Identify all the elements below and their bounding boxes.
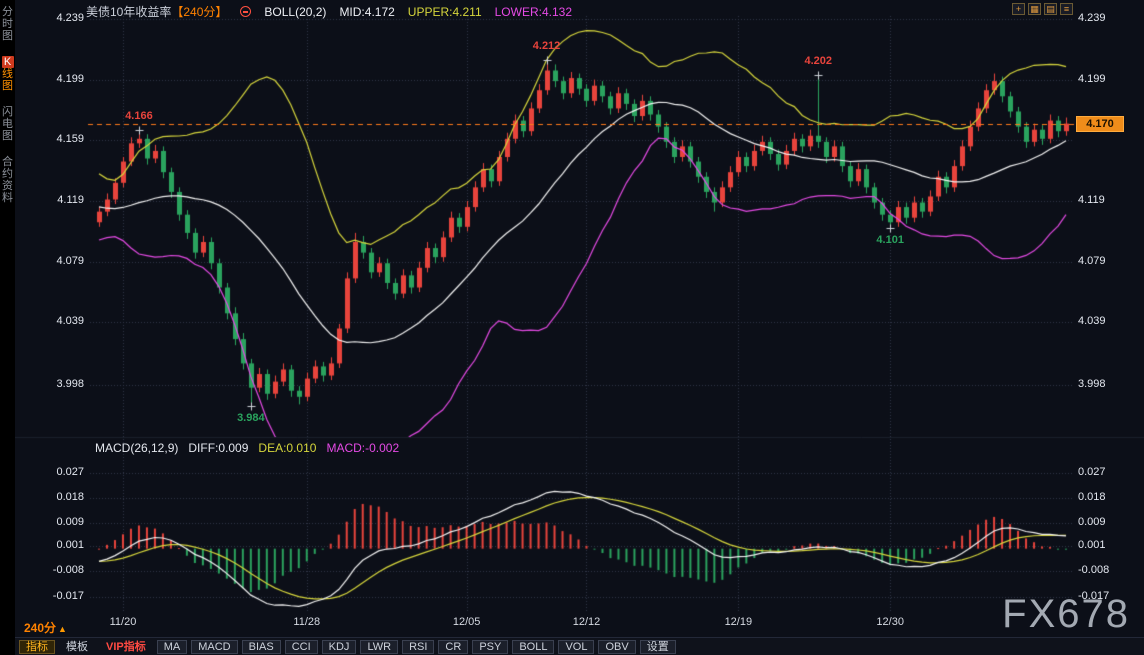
boll-upper-value: UPPER:4.211: [408, 5, 482, 19]
tab-char: 时: [2, 18, 13, 30]
tab-char: 图: [2, 130, 13, 142]
toolbar-button-psy[interactable]: PSY: [472, 640, 508, 654]
price-annotation: 4.202: [804, 55, 832, 67]
toolbar-button-cci[interactable]: CCI: [285, 640, 318, 654]
price-axis-label-left: 3.998: [26, 378, 84, 390]
chart-header: 美债10年收益率【240分】 BOLL(20,2) MID:4.172 UPPE…: [86, 3, 572, 20]
toolbar-button-settings[interactable]: 设置: [640, 640, 676, 654]
price-annotation: 4.101: [876, 234, 904, 246]
macd-axis-label-left: 0.001: [26, 539, 84, 551]
trading-app: 分时图K线图闪电图合约资料 美债10年收益率【240分】 BOLL(20,2) …: [0, 0, 1144, 655]
macd-params-label: MACD(26,12,9): [95, 441, 178, 455]
toolbar-button-lwr[interactable]: LWR: [360, 640, 398, 654]
toolbar-button-bias[interactable]: BIAS: [242, 640, 281, 654]
macd-header: MACD(26,12,9) DIFF:0.009 DEA:0.010 MACD:…: [95, 441, 399, 455]
split-pane-icon[interactable]: ▤: [1044, 3, 1057, 15]
macd-axis-label-left: 0.027: [26, 466, 84, 478]
watermark: FX678: [1002, 592, 1130, 637]
bottom-toolbar: 指标模板 VIP指标 MAMACD BIAS CCI KDJLWR RSI CR PSY BOLL…: [15, 637, 1144, 655]
tab-char: 闪: [2, 106, 13, 118]
zoom-in-icon[interactable]: +: [1012, 3, 1025, 15]
tab-kline-chart[interactable]: K线图: [2, 56, 14, 92]
price-axis-label-left: 4.239: [26, 12, 84, 24]
caret-up-icon: ▲: [58, 624, 67, 634]
list-icon[interactable]: ≡: [1060, 3, 1073, 15]
boll-label: BOLL(20,2): [264, 5, 326, 19]
period-selector[interactable]: 240分▲: [24, 619, 67, 636]
chart-canvas[interactable]: [0, 0, 1144, 637]
x-axis-label: 11/28: [279, 616, 335, 628]
toolbar-button-vip-indicators[interactable]: VIP指标: [99, 640, 153, 654]
price-annotation: 3.984: [237, 412, 265, 424]
toolbar-button-boll[interactable]: BOLL: [512, 640, 554, 654]
macd-diff-value: DIFF:0.009: [188, 441, 248, 455]
price-axis-label-left: 4.079: [26, 255, 84, 267]
tab-char: 分: [2, 6, 13, 18]
sidebar: 分时图K线图闪电图合约资料: [0, 0, 15, 655]
price-annotation: 4.212: [533, 40, 561, 52]
toolbar-button-obv[interactable]: OBV: [598, 640, 635, 654]
price-axis-label-right: 4.039: [1078, 315, 1136, 327]
tab-char: 线: [2, 68, 13, 80]
alert-dot-icon[interactable]: [240, 6, 251, 17]
x-axis-label: 11/20: [95, 616, 151, 628]
macd-dea-value: DEA:0.010: [258, 441, 316, 455]
toolbar-button-macd[interactable]: MACD: [191, 640, 237, 654]
toolbar-button-ma[interactable]: MA: [157, 640, 188, 654]
x-axis-label: 12/05: [439, 616, 495, 628]
price-annotation: 4.166: [125, 110, 153, 122]
macd-axis-label-right: 0.009: [1078, 516, 1136, 528]
price-axis-label-right: 4.239: [1078, 12, 1136, 24]
macd-axis-label-right: 0.027: [1078, 466, 1136, 478]
toolbar-button-kdj[interactable]: KDJ: [322, 640, 357, 654]
current-price-tag: 4.170: [1076, 116, 1124, 132]
price-axis-label-right: 4.199: [1078, 73, 1136, 85]
price-axis-label-left: 4.159: [26, 133, 84, 145]
macd-axis-label-left: -0.017: [26, 590, 84, 602]
toolbar-button-indicators[interactable]: 指标: [19, 640, 55, 654]
tab-char: 图: [2, 30, 13, 42]
price-axis-label-right: 4.119: [1078, 194, 1136, 206]
price-axis-label-left: 4.199: [26, 73, 84, 85]
x-axis-label: 12/30: [862, 616, 918, 628]
macd-axis-label-right: 0.018: [1078, 491, 1136, 503]
period-label: 240分: [24, 621, 56, 635]
macd-axis-label-left: 0.009: [26, 516, 84, 528]
tab-char: 资: [2, 180, 13, 192]
x-axis-label: 12/19: [710, 616, 766, 628]
price-axis-label-right: 4.079: [1078, 255, 1136, 267]
tab-char: K: [2, 56, 14, 68]
symbol-title: 美债10年收益率【240分】: [86, 3, 227, 20]
macd-hist-value: MACD:-0.002: [326, 441, 399, 455]
macd-axis-label-right: -0.008: [1078, 564, 1136, 576]
x-axis-label: 12/12: [558, 616, 614, 628]
price-axis-label-right: 3.998: [1078, 378, 1136, 390]
tab-char: 料: [2, 192, 13, 204]
toolbar-button-vol[interactable]: VOL: [558, 640, 594, 654]
tab-char: 合: [2, 156, 13, 168]
toolbar-button-rsi[interactable]: RSI: [402, 640, 434, 654]
price-axis-label-left: 4.039: [26, 315, 84, 327]
boll-mid-value: MID:4.172: [339, 5, 394, 19]
boll-lower-value: LOWER:4.132: [495, 5, 572, 19]
macd-axis-label-right: 0.001: [1078, 539, 1136, 551]
tab-char: 图: [2, 80, 13, 92]
macd-axis-label-left: 0.018: [26, 491, 84, 503]
period-bracket: 【240分】: [171, 5, 227, 19]
toolbar-button-templates[interactable]: 模板: [59, 640, 95, 654]
symbol-name: 美债10年收益率: [86, 5, 171, 19]
tab-char: 电: [2, 118, 13, 130]
toolbar-button-cr[interactable]: CR: [438, 640, 468, 654]
price-axis-label-left: 4.119: [26, 194, 84, 206]
candle-style-icon[interactable]: ▦: [1028, 3, 1041, 15]
macd-axis-label-left: -0.008: [26, 564, 84, 576]
tab-contract-info[interactable]: 合约资料: [2, 156, 13, 204]
tab-flash-chart[interactable]: 闪电图: [2, 106, 13, 142]
tab-char: 约: [2, 168, 13, 180]
chart-toolbar-icons: +▦▤≡: [1012, 3, 1073, 15]
tab-time-chart[interactable]: 分时图: [2, 6, 13, 42]
